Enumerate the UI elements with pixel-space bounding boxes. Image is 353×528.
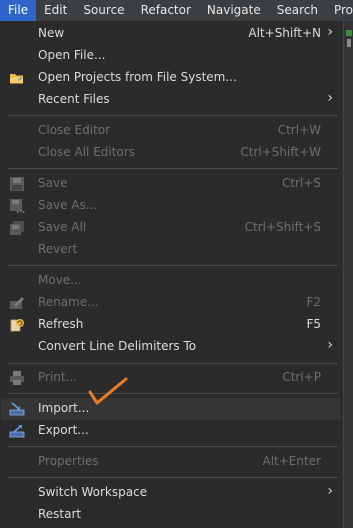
menu-item-close-editor[interactable]: Close Editor Ctrl+W: [1, 120, 341, 142]
file-menu-dropdown: New Alt+Shift+N › Open File... Open Proj…: [0, 21, 344, 528]
menu-item-print[interactable]: Print... Ctrl+P: [1, 367, 341, 389]
menu-source[interactable]: Source: [75, 0, 132, 21]
menu-item-revert[interactable]: Revert: [1, 239, 341, 261]
menu-item-label: Save: [38, 176, 68, 190]
menu-item-label: Save All: [38, 220, 87, 234]
menu-separator: [8, 446, 338, 447]
menu-item-label: Move...: [38, 273, 82, 287]
menu-item-convert-line-delimiters[interactable]: Convert Line Delimiters To ›: [1, 336, 341, 358]
menu-item-save-as[interactable]: Save As...: [1, 195, 341, 217]
menu-item-refresh[interactable]: Refresh F5: [1, 314, 341, 336]
menu-item-label: Save As...: [38, 198, 98, 212]
save-icon: [9, 176, 25, 192]
menu-item-save-all[interactable]: Save All Ctrl+Shift+S: [1, 217, 341, 239]
submenu-arrow-icon: ›: [327, 483, 333, 499]
import-icon: [9, 401, 25, 417]
export-icon: [9, 423, 25, 439]
menu-item-properties[interactable]: Properties Alt+Enter: [1, 451, 341, 473]
shortcut-label: Alt+Shift+N: [248, 26, 321, 40]
menu-item-recent-files[interactable]: Recent Files ›: [1, 89, 341, 111]
shortcut-label: F5: [306, 317, 321, 331]
menu-refactor[interactable]: Refactor: [133, 0, 199, 21]
menu-item-close-all-editors[interactable]: Close All Editors Ctrl+Shift+W: [1, 142, 341, 164]
menu-edit[interactable]: Edit: [36, 0, 75, 21]
printer-icon: [9, 370, 25, 386]
menu-item-label: Close All Editors: [38, 145, 135, 159]
run-marker-icon: [346, 30, 352, 36]
shortcut-label: Ctrl+W: [277, 123, 321, 137]
menu-item-label: Refresh: [38, 317, 84, 331]
editor-edge: [343, 21, 353, 528]
folder-icon: [9, 70, 25, 86]
menu-item-label: New: [38, 26, 65, 40]
menu-item-label: Close Editor: [38, 123, 111, 137]
rename-icon: [9, 295, 25, 311]
menu-item-move[interactable]: Move...: [1, 270, 341, 292]
save-as-icon: [9, 198, 25, 214]
menu-search[interactable]: Search: [269, 0, 326, 21]
menu-item-label: Print...: [38, 370, 78, 384]
menu-item-restart[interactable]: Restart: [1, 504, 341, 526]
menu-item-label: Convert Line Delimiters To: [38, 339, 197, 353]
scroll-marker-icon: [347, 39, 351, 47]
menu-item-label: Export...: [38, 423, 89, 437]
menu-bar: File Edit Source Refactor Navigate Searc…: [0, 0, 353, 22]
shortcut-label: F2: [306, 295, 321, 309]
submenu-arrow-icon: ›: [327, 24, 333, 40]
menu-navigate[interactable]: Navigate: [199, 0, 269, 21]
shortcut-label: Alt+Enter: [262, 454, 321, 468]
shortcut-label: Ctrl+Shift+W: [240, 145, 321, 159]
menu-item-label: Revert: [38, 242, 78, 256]
menu-file[interactable]: File: [0, 0, 37, 21]
menu-separator: [8, 168, 338, 169]
menu-item-label: Properties: [38, 454, 99, 468]
save-all-icon: [9, 220, 25, 236]
menu-item-label: Open Projects from File System...: [38, 70, 237, 84]
shortcut-label: Ctrl+S: [281, 176, 321, 190]
menu-item-label: Open File...: [38, 48, 106, 62]
menu-item-label: Restart: [38, 507, 82, 521]
menu-item-export[interactable]: Export...: [1, 420, 341, 442]
menu-item-open-file[interactable]: Open File...: [1, 45, 341, 67]
menu-item-new[interactable]: New Alt+Shift+N ›: [1, 23, 341, 45]
menu-item-label: Rename...: [38, 295, 99, 309]
shortcut-label: Ctrl+P: [282, 370, 321, 384]
submenu-arrow-icon: ›: [327, 337, 333, 353]
menu-item-rename[interactable]: Rename... F2: [1, 292, 341, 314]
submenu-arrow-icon: ›: [327, 90, 333, 106]
menu-item-label: Switch Workspace: [38, 485, 148, 499]
menu-item-label: Import...: [38, 401, 90, 415]
menu-item-save[interactable]: Save Ctrl+S: [1, 173, 341, 195]
shortcut-label: Ctrl+Shift+S: [244, 220, 321, 234]
menu-item-switch-workspace[interactable]: Switch Workspace ›: [1, 482, 341, 504]
menu-item-import[interactable]: Import...: [1, 398, 341, 420]
menu-separator: [8, 393, 338, 394]
menu-separator: [8, 115, 338, 116]
menu-separator: [8, 363, 338, 364]
menu-item-open-projects[interactable]: Open Projects from File System...: [1, 67, 341, 89]
refresh-icon: [9, 317, 25, 333]
menu-project[interactable]: Pro: [326, 0, 353, 21]
menu-separator: [8, 477, 338, 478]
annotation-checkmark-icon: [88, 377, 128, 405]
menu-item-label: Recent Files: [38, 92, 110, 106]
menu-separator: [8, 265, 338, 266]
